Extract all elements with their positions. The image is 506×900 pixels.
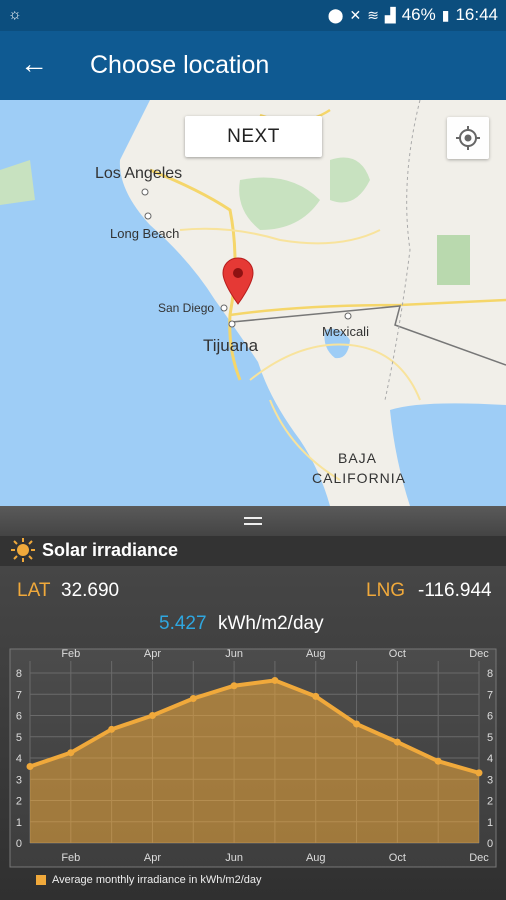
x-tick-top: Apr <box>144 648 161 660</box>
data-point-jan <box>26 763 34 770</box>
lat-label: LAT <box>17 580 51 601</box>
label-los-angeles: Los Angeles <box>95 165 183 182</box>
data-point-aug <box>312 692 320 700</box>
grip-icon <box>244 517 262 525</box>
y-tick-right: 8 <box>487 668 493 680</box>
x-tick-top: Oct <box>389 648 406 660</box>
label-tijuana: Tijuana <box>203 336 259 355</box>
x-tick-bottom: Oct <box>389 852 406 864</box>
y-tick-right: 6 <box>487 711 493 723</box>
my-location-icon <box>456 126 480 150</box>
solar-header: Solar irradiance <box>0 536 506 566</box>
legend-label: Average monthly irradiance in kWh/m2/day <box>52 874 262 886</box>
page-title: Choose location <box>90 51 270 79</box>
y-tick-left: 7 <box>16 689 22 701</box>
y-tick-right: 5 <box>487 732 493 744</box>
label-california: CALIFORNIA <box>312 470 407 486</box>
status-bar: ☼ ⬤ ✕ ≋ ▟ 46% ▮ 16:44 <box>0 0 506 31</box>
data-point-apr <box>148 712 156 719</box>
x-tick-bottom: Jun <box>225 852 243 864</box>
data-point-jun <box>230 682 238 690</box>
label-long-beach: Long Beach <box>110 226 180 241</box>
y-tick-left: 8 <box>16 668 22 680</box>
lng-value: -116.944 <box>418 580 492 601</box>
y-tick-left: 2 <box>16 796 22 808</box>
irradiance-unit: kWh/m2/day <box>218 613 324 634</box>
x-tick-top: Aug <box>306 648 326 660</box>
y-tick-left: 3 <box>16 774 22 786</box>
battery-percent: 46% <box>401 5 436 24</box>
mute-icon: ✕ <box>349 6 362 23</box>
y-tick-left: 6 <box>16 711 22 723</box>
x-tick-top: Jun <box>225 648 243 660</box>
data-point-jul <box>271 676 279 684</box>
y-tick-right: 3 <box>487 774 493 786</box>
map-view[interactable]: Los Angeles Long Beach San Diego Tijuana… <box>0 100 506 506</box>
y-tick-left: 5 <box>16 732 22 744</box>
irradiance-chart: 0 0 1 1 2 2 3 3 4 4 5 5 6 6 7 7 8 8 Feb Feb Apr Apr Jun Jun Aug A… <box>9 648 497 868</box>
data-point-sep <box>353 720 361 728</box>
map-pin-icon[interactable] <box>221 256 255 306</box>
y-tick-right: 4 <box>487 753 493 765</box>
label-mexicali: Mexicali <box>322 324 369 339</box>
data-point-dec <box>475 769 483 777</box>
y-tick-left: 1 <box>16 817 22 829</box>
app-bar: ← Choose location <box>0 31 506 100</box>
brightness-icon: ☼ <box>8 6 22 23</box>
my-location-button[interactable] <box>447 117 489 159</box>
clock: 16:44 <box>455 5 498 24</box>
y-tick-right: 1 <box>487 817 493 829</box>
back-arrow-icon[interactable]: ← <box>20 49 48 79</box>
data-point-mar <box>108 725 116 733</box>
location-icon: ⬤ <box>327 6 344 23</box>
solar-header-label: Solar irradiance <box>42 540 179 560</box>
label-san-diego: San Diego <box>158 301 215 315</box>
wifi-icon: ≋ <box>367 6 379 23</box>
x-tick-top: Dec <box>469 648 489 660</box>
drag-handle[interactable] <box>0 506 506 536</box>
sun-icon <box>11 538 35 562</box>
label-baja: BAJA <box>338 450 378 466</box>
legend-swatch <box>36 875 46 885</box>
x-tick-bottom: Aug <box>306 852 326 864</box>
lat-value: 32.690 <box>61 580 120 601</box>
lng-label: LNG <box>366 580 406 601</box>
y-tick-right: 2 <box>487 796 493 808</box>
data-point-feb <box>67 749 75 757</box>
data-point-may <box>189 695 197 702</box>
irradiance-value: 5.427 <box>159 613 207 634</box>
next-button[interactable]: NEXT <box>185 116 322 157</box>
y-tick-left: 0 <box>16 838 22 850</box>
data-point-oct <box>393 738 401 746</box>
signal-icon: ▟ <box>384 6 396 23</box>
y-tick-left: 4 <box>16 753 22 765</box>
x-tick-bottom: Dec <box>469 852 489 864</box>
x-tick-bottom: Feb <box>61 852 80 864</box>
data-point-nov <box>434 757 442 765</box>
y-tick-right: 0 <box>487 838 493 850</box>
x-tick-bottom: Apr <box>144 852 161 864</box>
chart-legend: Average monthly irradiance in kWh/m2/day <box>36 874 262 886</box>
x-tick-top: Feb <box>61 648 80 660</box>
battery-icon: ▮ <box>441 6 450 23</box>
y-tick-right: 7 <box>487 689 493 701</box>
